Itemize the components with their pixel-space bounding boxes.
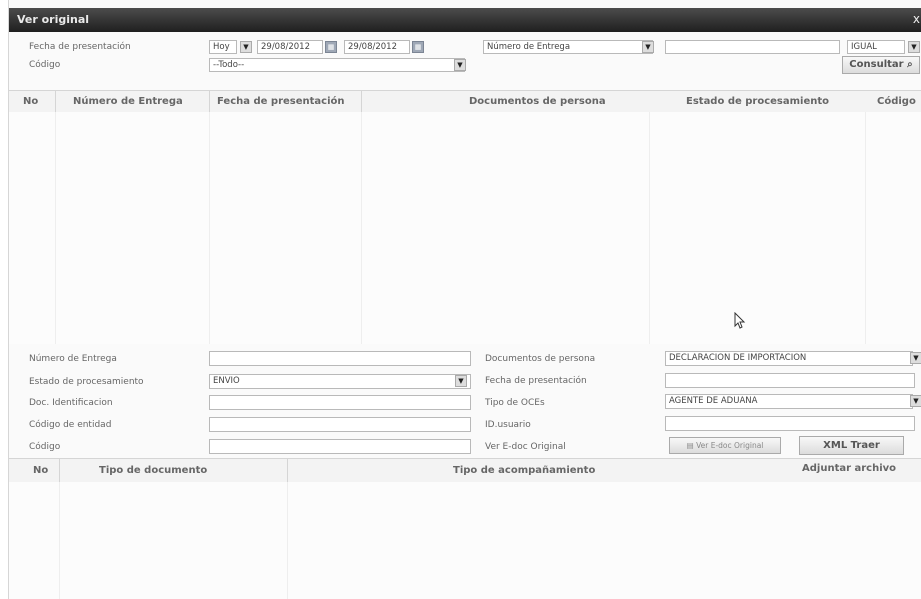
chevron-down-icon[interactable]: ▼ — [240, 41, 252, 53]
consultar-label: Consultar — [849, 59, 904, 70]
chevron-down-icon[interactable]: ▼ — [642, 41, 654, 53]
chevron-down-icon[interactable]: ▼ — [908, 41, 920, 53]
mouse-cursor-icon — [734, 312, 746, 329]
col-tipo-acompanamiento[interactable]: Tipo de acompañamiento — [453, 465, 595, 476]
chevron-down-icon[interactable]: ▼ — [455, 375, 467, 387]
attachments-grid-body[interactable] — [9, 482, 921, 599]
tipo-oce-select[interactable]: AGENTE DE ADUANA — [665, 394, 913, 409]
id-usuario-field[interactable] — [665, 416, 915, 431]
consultar-button[interactable]: Consultar ⌕ — [842, 56, 920, 74]
tipo-oce-label: Tipo de OCEs — [485, 398, 545, 408]
fecha-field[interactable] — [665, 373, 915, 388]
col-estado-procesamiento[interactable]: Estado de procesamiento — [686, 96, 829, 107]
doc-persona-select[interactable]: DECLARACION DE IMPORTACION — [665, 351, 913, 366]
column-divider — [59, 459, 60, 483]
column-divider — [361, 91, 362, 113]
column-divider — [361, 112, 362, 344]
column-divider — [287, 482, 288, 599]
ver-edoc-label: Ver E-doc Original — [485, 442, 566, 452]
column-divider — [55, 91, 56, 113]
codigo-filter-label: Código — [29, 60, 61, 70]
column-divider — [55, 112, 56, 344]
search-field-select[interactable]: Número de Entrega — [483, 40, 653, 54]
attachments-grid-header: No Tipo de documento Tipo de acompañamie… — [9, 458, 921, 484]
codigo-entidad-label: Código de entidad — [29, 420, 112, 430]
column-divider — [865, 112, 866, 344]
ver-edoc-button-label: Ver E-doc Original — [696, 441, 764, 450]
col-codigo[interactable]: Código — [877, 96, 916, 107]
col-no[interactable]: No — [33, 465, 48, 476]
numero-entrega-field[interactable] — [209, 351, 471, 366]
codigo-field[interactable] — [209, 439, 471, 454]
codigo-select[interactable]: --Todo-- — [209, 58, 465, 72]
col-numero-entrega[interactable]: Número de Entrega — [73, 96, 183, 107]
results-grid-header: No Número de Entrega Fecha de presentaci… — [9, 90, 921, 114]
col-adjuntar-archivo[interactable]: Adjuntar archivo — [802, 463, 896, 474]
calendar-icon[interactable]: ▦ — [325, 41, 337, 53]
codigo-label: Código — [29, 442, 61, 452]
calendar-icon[interactable]: ▦ — [412, 41, 424, 53]
chevron-down-icon[interactable]: ▼ — [910, 395, 921, 407]
fecha-label: Fecha de presentación — [485, 376, 587, 386]
chevron-down-icon[interactable]: ▼ — [454, 59, 466, 71]
window-title: Ver original — [17, 13, 90, 26]
fecha-type-select[interactable]: Hoy — [209, 40, 237, 54]
ver-edoc-button[interactable]: ▤ Ver E-doc Original — [669, 437, 781, 454]
estado-select[interactable]: ENVIO — [209, 374, 471, 389]
doc-ident-label: Doc. Identificacion — [29, 398, 113, 408]
document-icon: ▤ — [686, 441, 694, 450]
column-divider — [287, 459, 288, 483]
fecha-from-input[interactable]: 29/08/2012 — [257, 40, 323, 54]
col-fecha-presentacion[interactable]: Fecha de presentación — [217, 96, 345, 107]
codigo-entidad-field[interactable] — [209, 417, 471, 432]
ver-original-window: Ver original x Fecha de presentación Hoy… — [8, 0, 921, 599]
column-divider — [209, 112, 210, 344]
chevron-down-icon[interactable]: ▼ — [910, 352, 921, 364]
estado-label: Estado de procesamiento — [29, 377, 144, 387]
col-documentos-persona[interactable]: Documentos de persona — [469, 96, 606, 107]
col-no[interactable]: No — [23, 96, 38, 107]
window-titlebar[interactable]: Ver original x — [9, 8, 921, 32]
doc-persona-label: Documentos de persona — [485, 354, 596, 364]
xml-traer-button[interactable]: XML Traer — [799, 436, 904, 455]
doc-ident-field[interactable] — [209, 395, 471, 410]
id-usuario-label: ID.usuario — [485, 420, 531, 430]
results-grid-body[interactable] — [9, 112, 921, 344]
operator-select[interactable]: IGUAL — [847, 40, 905, 54]
col-tipo-documento[interactable]: Tipo de documento — [99, 465, 207, 476]
column-divider — [209, 91, 210, 113]
fecha-to-input[interactable]: 29/08/2012 — [344, 40, 410, 54]
column-divider — [649, 112, 650, 344]
search-input[interactable] — [665, 40, 840, 54]
numero-entrega-label: Número de Entrega — [29, 354, 117, 364]
fecha-filter-label: Fecha de presentación — [29, 42, 131, 52]
detail-form: Número de Entrega Estado de procesamient… — [9, 346, 921, 455]
column-divider — [59, 482, 60, 599]
close-icon[interactable]: x — [913, 12, 920, 26]
search-icon: ⌕ — [907, 59, 913, 70]
